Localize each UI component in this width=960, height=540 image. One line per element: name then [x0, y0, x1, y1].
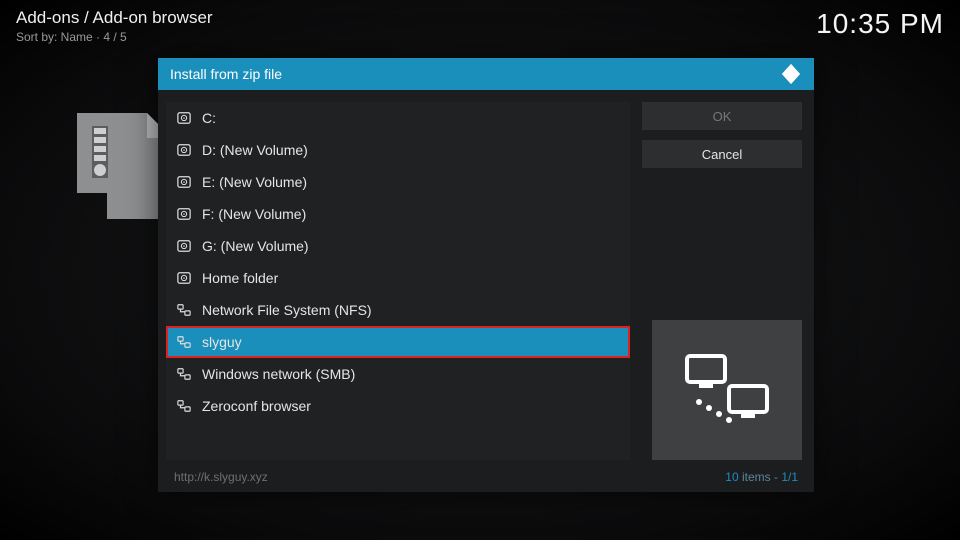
- file-row-label: Home folder: [202, 270, 278, 286]
- sort-line: Sort by: Name · 4 / 5: [16, 30, 213, 44]
- kodi-logo-icon: [780, 63, 802, 85]
- ok-button[interactable]: OK: [642, 102, 802, 130]
- clock: 10:35 PM: [816, 8, 944, 44]
- file-row-label: slyguy: [202, 334, 242, 350]
- file-row-label: E: (New Volume): [202, 174, 307, 190]
- footer-count: 10 items - 1/1: [725, 470, 798, 484]
- preview-tile: [652, 320, 802, 460]
- footer-path: http://k.slyguy.xyz: [174, 470, 268, 484]
- file-row-label: Windows network (SMB): [202, 366, 355, 382]
- file-row[interactable]: G: (New Volume): [166, 230, 630, 262]
- disk-icon: [176, 110, 192, 126]
- file-row[interactable]: Home folder: [166, 262, 630, 294]
- network-computers-icon: [677, 338, 777, 443]
- dialog-header: Install from zip file: [158, 58, 814, 90]
- network-icon: [176, 398, 192, 414]
- file-row[interactable]: Network File System (NFS): [166, 294, 630, 326]
- disk-icon: [176, 238, 192, 254]
- file-row[interactable]: C:: [166, 102, 630, 134]
- file-row[interactable]: E: (New Volume): [166, 166, 630, 198]
- file-row-label: Network File System (NFS): [202, 302, 372, 318]
- file-row-label: C:: [202, 110, 216, 126]
- disk-icon: [176, 174, 192, 190]
- network-icon: [176, 366, 192, 382]
- file-row[interactable]: Zeroconf browser: [166, 390, 630, 422]
- install-from-zip-dialog: Install from zip file C: D: (New Volume) E…: [158, 58, 814, 492]
- disk-icon: [176, 142, 192, 158]
- dialog-title: Install from zip file: [170, 66, 282, 82]
- file-row[interactable]: Windows network (SMB): [166, 358, 630, 390]
- disk-icon: [176, 270, 192, 286]
- network-icon: [176, 334, 192, 350]
- breadcrumb: Add-ons / Add-on browser: [16, 8, 213, 28]
- file-row[interactable]: slyguy: [166, 326, 630, 358]
- network-icon: [176, 302, 192, 318]
- file-row[interactable]: F: (New Volume): [166, 198, 630, 230]
- file-row-label: F: (New Volume): [202, 206, 306, 222]
- cancel-button[interactable]: Cancel: [642, 140, 802, 168]
- file-row-label: G: (New Volume): [202, 238, 309, 254]
- file-row-label: Zeroconf browser: [202, 398, 311, 414]
- file-row[interactable]: D: (New Volume): [166, 134, 630, 166]
- file-row-label: D: (New Volume): [202, 142, 308, 158]
- disk-icon: [176, 206, 192, 222]
- file-list: C: D: (New Volume) E: (New Volume) F: (New …: [166, 102, 630, 460]
